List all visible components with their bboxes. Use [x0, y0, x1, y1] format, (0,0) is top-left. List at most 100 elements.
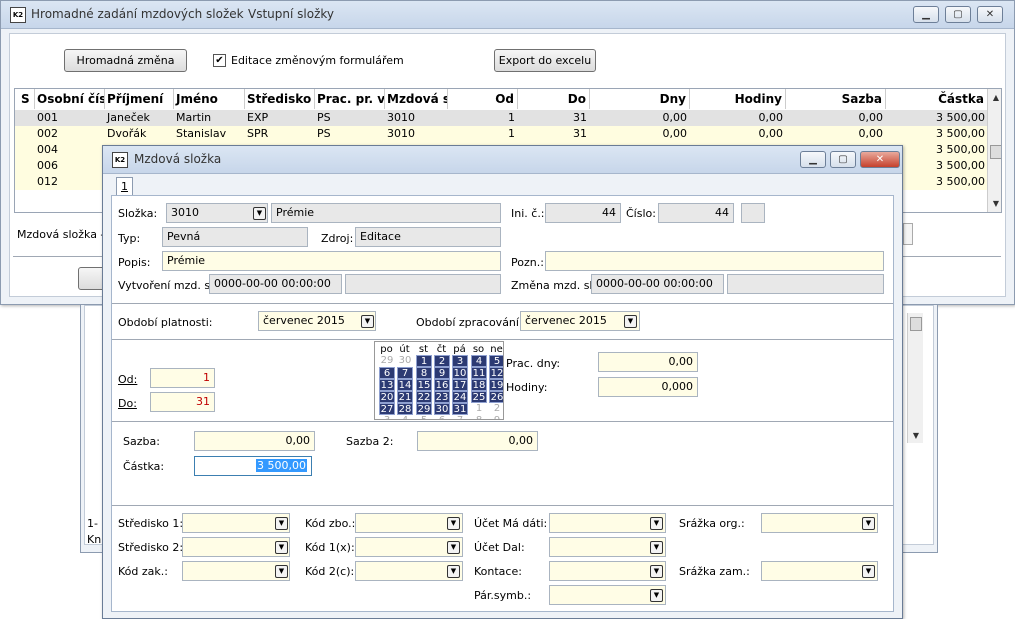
od-field[interactable]: 1 — [150, 368, 215, 388]
kod-zbo-dropdown-icon[interactable]: ▼ — [447, 517, 460, 530]
calendar-day[interactable]: 7 — [397, 367, 413, 379]
col-header[interactable]: Příjmení — [105, 89, 174, 109]
lower-scrollbar[interactable]: ▼ — [907, 313, 923, 443]
calendar-day[interactable]: 15 — [416, 379, 432, 391]
scroll-up-icon[interactable]: ▲ — [989, 91, 1001, 105]
slozka-dropdown-icon[interactable]: ▼ — [253, 207, 266, 220]
sazba2-field[interactable]: 0,00 — [417, 431, 538, 451]
table-scrollbar[interactable]: ▲ ▼ — [987, 89, 1001, 212]
col-header[interactable]: Hodiny — [690, 89, 786, 109]
calendar-day[interactable]: 13 — [379, 379, 395, 391]
srazka-org-dropdown-icon[interactable]: ▼ — [862, 517, 875, 530]
calendar-day[interactable]: 30 — [397, 355, 413, 367]
back-window-titlebar[interactable]: K2 Hromadné zadání mzdových složek Vstup… — [1, 1, 1014, 29]
minimize-icon[interactable]: ▁ — [800, 151, 826, 168]
hromadna-zmena-button[interactable]: Hromadná změna — [64, 49, 187, 72]
editace-checkbox[interactable]: ✔ — [213, 54, 226, 67]
scroll-down-icon[interactable]: ▼ — [909, 429, 923, 443]
stredisko2-select[interactable] — [182, 537, 290, 557]
col-header[interactable]: Sazba — [786, 89, 886, 109]
calendar-day[interactable]: 1 — [416, 355, 432, 367]
calendar-day[interactable]: 5 — [489, 355, 503, 367]
calendar-day[interactable]: 21 — [397, 391, 413, 403]
kod-zak-dropdown-icon[interactable]: ▼ — [275, 565, 288, 578]
obdobi-platnosti-select[interactable]: červenec 2015 — [258, 311, 376, 331]
calendar-day[interactable]: 6 — [434, 415, 450, 419]
stredisko1-dropdown-icon[interactable]: ▼ — [275, 517, 288, 530]
prac-dny-field[interactable]: 0,00 — [598, 352, 698, 372]
sazba-field[interactable]: 0,00 — [194, 431, 315, 451]
ucet-ma-dati-select[interactable] — [549, 513, 666, 533]
calendar-day[interactable]: 25 — [471, 391, 487, 403]
calendar-day[interactable]: 3 — [379, 415, 395, 419]
col-header[interactable]: Osobní čísl — [35, 89, 105, 109]
col-header[interactable]: Prac. pr. v — [315, 89, 385, 109]
ucet-ma-dati-dropdown-icon[interactable]: ▼ — [650, 517, 663, 530]
par-symb-dropdown-icon[interactable]: ▼ — [650, 589, 663, 602]
calendar-day[interactable]: 4 — [397, 415, 413, 419]
scroll-thumb[interactable] — [910, 317, 922, 331]
obdobi-zpracovani-select[interactable]: červenec 2015 — [520, 311, 640, 331]
kod-zak-select[interactable] — [182, 561, 290, 581]
calendar-day[interactable]: 30 — [434, 403, 450, 415]
calendar-day[interactable]: 18 — [471, 379, 487, 391]
minimize-icon[interactable]: ▁ — [913, 6, 939, 23]
calendar-day[interactable]: 10 — [452, 367, 468, 379]
calendar-day[interactable]: 14 — [397, 379, 413, 391]
tab-1[interactable]: 1 — [116, 177, 133, 195]
popis-field[interactable]: Prémie — [162, 251, 501, 271]
kod-2c-dropdown-icon[interactable]: ▼ — [447, 565, 460, 578]
col-header[interactable]: Od — [448, 89, 518, 109]
kod-1x-dropdown-icon[interactable]: ▼ — [447, 541, 460, 554]
dialog-titlebar[interactable]: K2 Mzdová složka ▁ ▢ ✕ — [103, 146, 902, 174]
calendar-day[interactable]: 16 — [434, 379, 450, 391]
maximize-icon[interactable]: ▢ — [945, 6, 971, 23]
col-header[interactable]: Středisko — [245, 89, 315, 109]
kontace-dropdown-icon[interactable]: ▼ — [650, 565, 663, 578]
calendar-day[interactable]: 28 — [397, 403, 413, 415]
table-row[interactable]: 002 Dvořák Stanislav SPR PS 3010 1 31 0,00 0,00 0,… — [15, 126, 987, 142]
srazka-zam-select[interactable] — [761, 561, 878, 581]
scroll-down-icon[interactable]: ▼ — [989, 197, 1001, 211]
calendar-day[interactable]: 29 — [416, 403, 432, 415]
export-excel-button[interactable]: Export do excelu — [494, 49, 596, 72]
calendar[interactable]: po út st čt pá so ne 29 30 1 2 3 4 5 6 7 8 9 10 11 12 13 14 15 1… — [374, 341, 504, 420]
col-header[interactable]: Do — [518, 89, 590, 109]
calendar-day[interactable]: 27 — [379, 403, 395, 415]
calendar-day[interactable]: 5 — [416, 415, 432, 419]
calendar-day[interactable]: 6 — [379, 367, 395, 379]
col-header[interactable]: Dny — [590, 89, 690, 109]
col-header[interactable]: Mzdová s — [385, 89, 448, 109]
do-field[interactable]: 31 — [150, 392, 215, 412]
maximize-icon[interactable]: ▢ — [830, 151, 856, 168]
close-icon[interactable]: ✕ — [977, 6, 1003, 23]
calendar-day[interactable]: 2 — [489, 403, 503, 415]
calendar-day[interactable]: 9 — [489, 415, 503, 419]
pozn-field[interactable] — [545, 251, 884, 271]
calendar-day[interactable]: 23 — [434, 391, 450, 403]
calendar-day[interactable]: 11 — [471, 367, 487, 379]
calendar-day[interactable]: 24 — [452, 391, 468, 403]
srazka-org-select[interactable] — [761, 513, 878, 533]
calendar-day[interactable]: 8 — [416, 367, 432, 379]
castka-field[interactable]: 3 500,00 — [194, 456, 312, 476]
calendar-day[interactable]: 2 — [434, 355, 450, 367]
ucet-dal-dropdown-icon[interactable]: ▼ — [650, 541, 663, 554]
calendar-day[interactable]: 4 — [471, 355, 487, 367]
calendar-day[interactable]: 29 — [379, 355, 395, 367]
calendar-day[interactable]: 1 — [471, 403, 487, 415]
calendar-day[interactable]: 7 — [452, 415, 468, 419]
calendar-day[interactable]: 17 — [452, 379, 468, 391]
col-header[interactable]: Jméno — [174, 89, 245, 109]
srazka-zam-dropdown-icon[interactable]: ▼ — [862, 565, 875, 578]
calendar-day[interactable]: 19 — [489, 379, 503, 391]
stredisko2-dropdown-icon[interactable]: ▼ — [275, 541, 288, 554]
calendar-day[interactable]: 31 — [452, 403, 468, 415]
stredisko1-select[interactable] — [182, 513, 290, 533]
obdobi-platnosti-dropdown-icon[interactable]: ▼ — [361, 315, 374, 328]
ucet-dal-select[interactable] — [549, 537, 666, 557]
col-header[interactable]: S — [15, 89, 35, 109]
calendar-day[interactable]: 12 — [489, 367, 503, 379]
close-icon[interactable]: ✕ — [860, 151, 900, 168]
par-symb-select[interactable] — [549, 585, 666, 605]
